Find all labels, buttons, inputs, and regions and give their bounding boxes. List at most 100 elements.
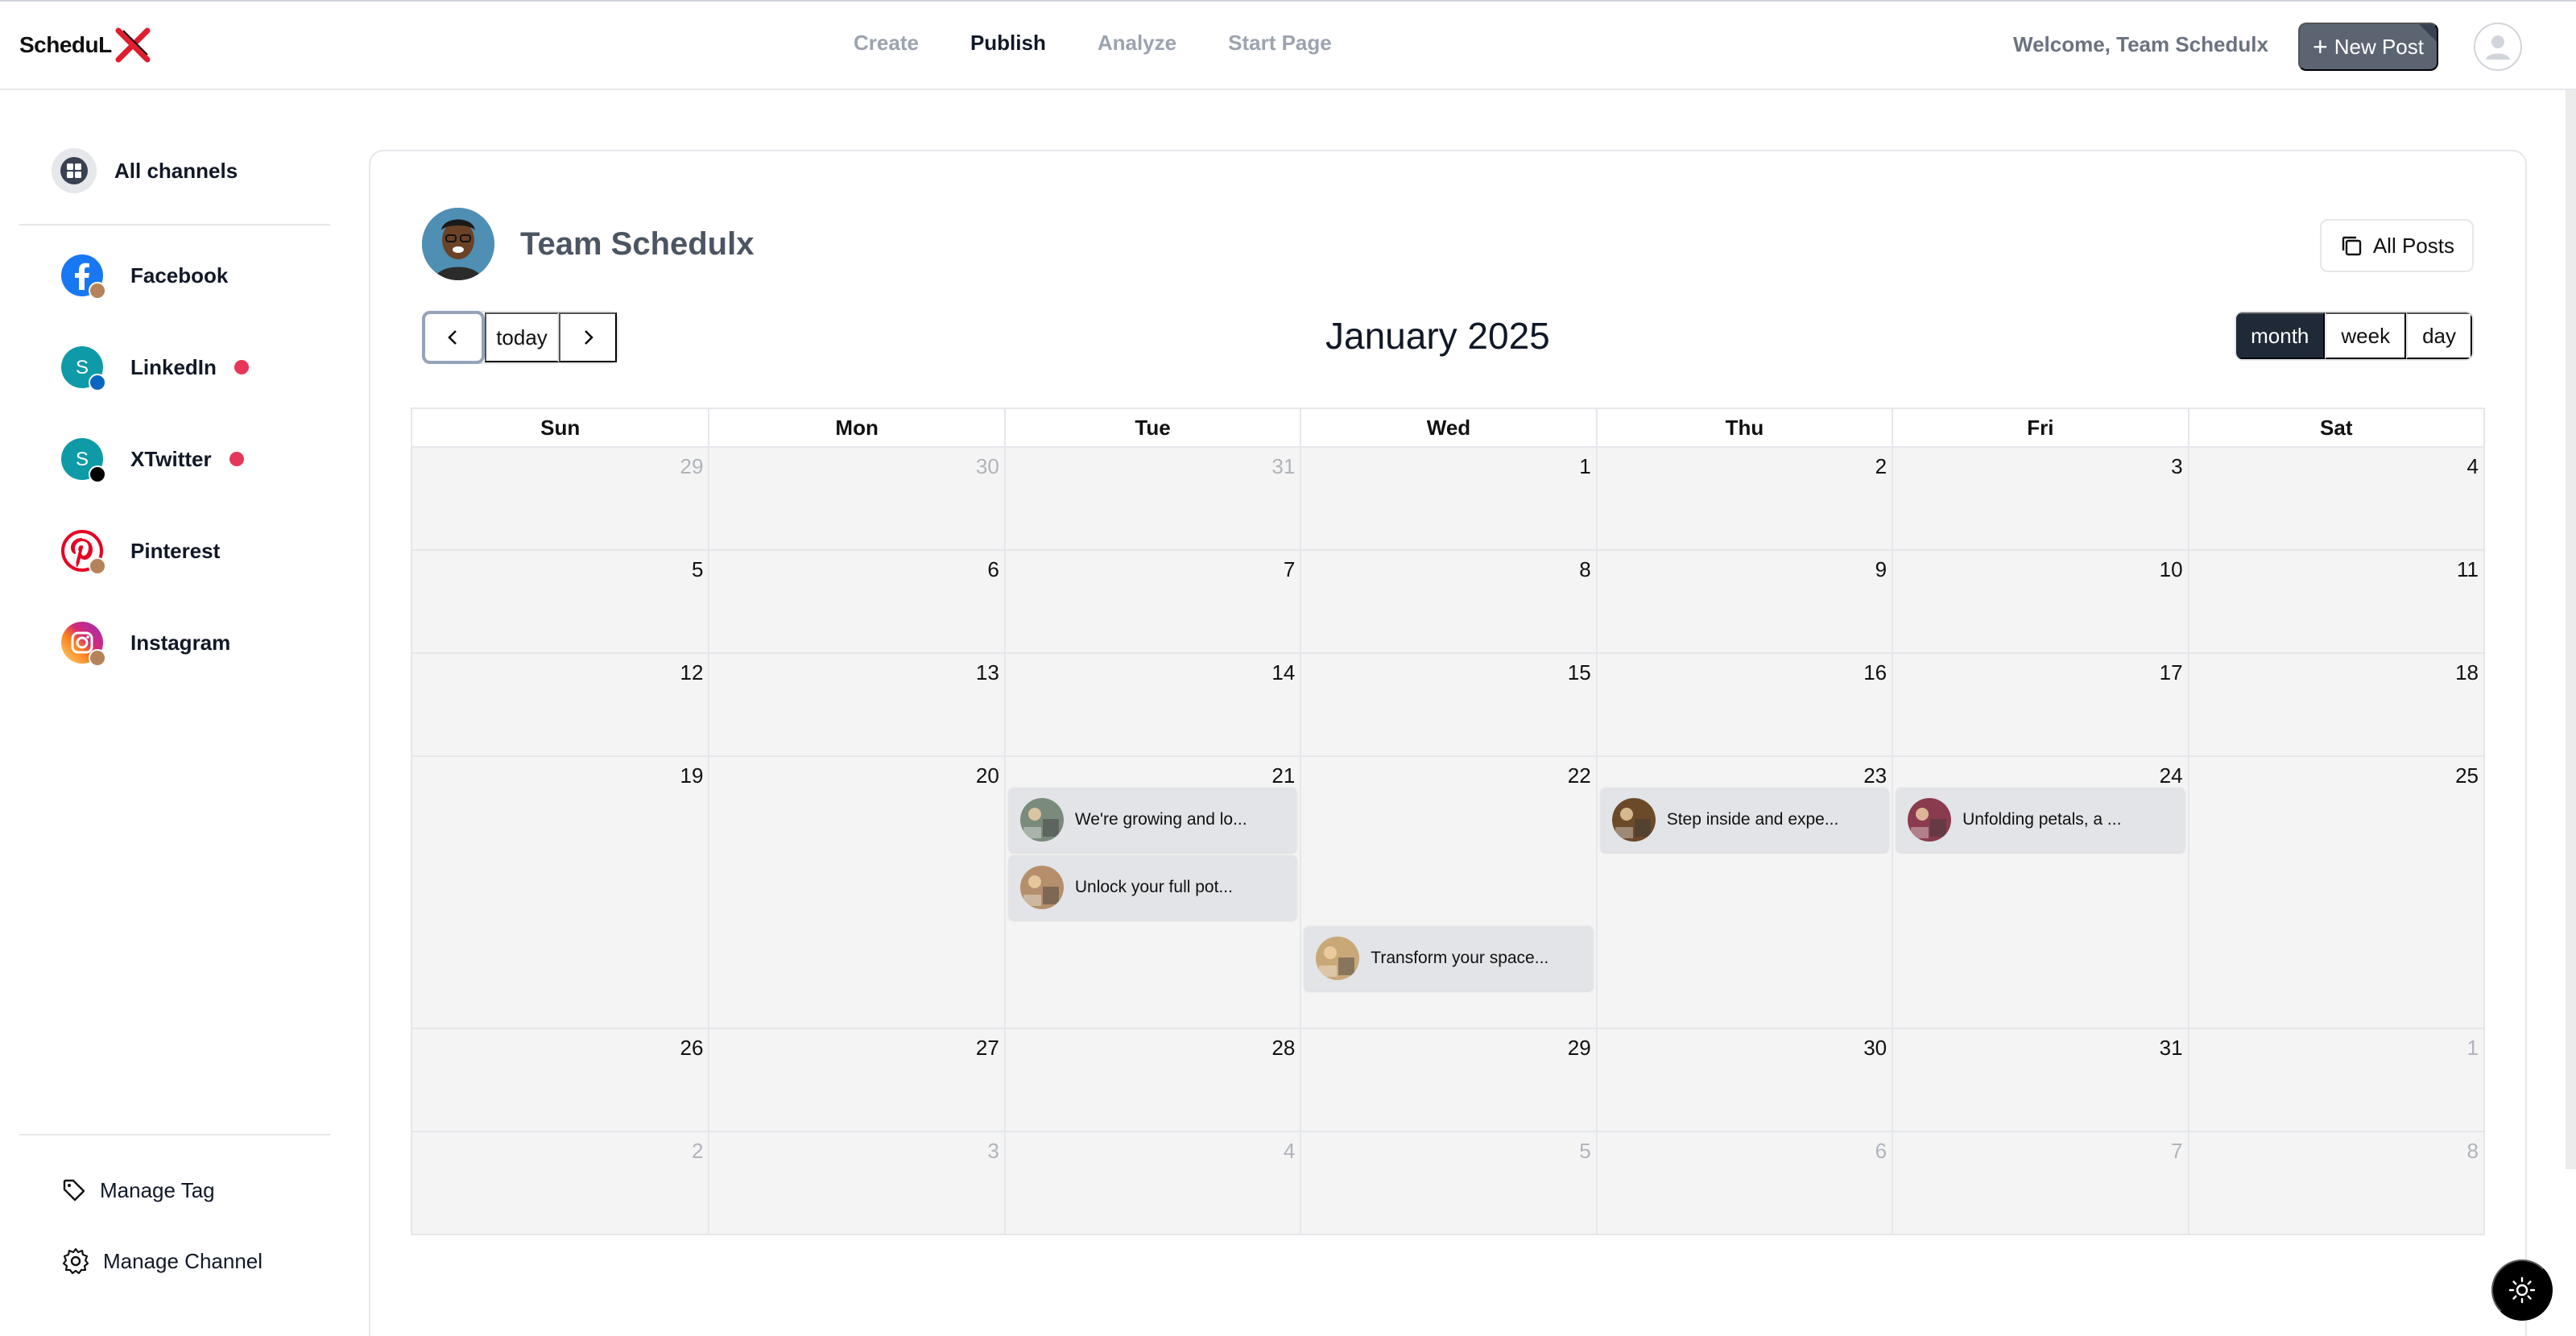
day-cell[interactable]: 13	[708, 654, 1004, 755]
day-number[interactable]: 18	[2455, 660, 2479, 685]
today-button[interactable]: today	[485, 312, 559, 362]
day-cell[interactable]: 17	[1892, 654, 2188, 755]
day-cell[interactable]: 16	[1595, 654, 1892, 755]
brand-logo[interactable]: ScheduL	[19, 27, 151, 63]
day-number[interactable]: 9	[1875, 557, 1887, 582]
channel-item-linkedin[interactable]: S LinkedIn	[61, 346, 249, 391]
day-number[interactable]: 29	[680, 454, 704, 479]
calendar-event[interactable]: Transform your space...	[1305, 926, 1593, 991]
day-cell[interactable]: 31	[1003, 448, 1300, 549]
day-number[interactable]: 16	[1863, 660, 1887, 685]
day-cell[interactable]: 21 We're growing and lo... Unlock your ful…	[1003, 757, 1300, 1028]
day-cell[interactable]: 8	[2187, 1132, 2483, 1234]
day-number[interactable]: 24	[2160, 763, 2183, 788]
view-month-button[interactable]: month	[2236, 312, 2326, 359]
channel-item-pinterest[interactable]: Pinterest	[61, 530, 220, 575]
day-cell[interactable]: 4	[2187, 448, 2483, 549]
nav-item-create[interactable]: Create	[854, 31, 919, 56]
day-number[interactable]: 8	[1579, 557, 1590, 582]
day-number[interactable]: 7	[2171, 1139, 2182, 1164]
day-cell[interactable]: 15	[1300, 654, 1596, 755]
day-number[interactable]: 19	[680, 763, 704, 788]
manage-channel-item[interactable]: Manage Channel	[61, 1247, 263, 1276]
day-cell[interactable]: 19	[412, 757, 709, 1028]
day-cell[interactable]: 5	[412, 551, 709, 652]
day-number[interactable]: 27	[976, 1036, 999, 1061]
day-number[interactable]: 31	[2160, 1036, 2183, 1061]
day-cell[interactable]: 1	[2187, 1029, 2483, 1131]
day-cell[interactable]: 30	[708, 448, 1004, 549]
day-number[interactable]: 25	[2455, 763, 2479, 788]
profile-avatar[interactable]	[422, 208, 494, 280]
day-number[interactable]: 29	[1568, 1036, 1591, 1061]
manage-tag-item[interactable]: Manage Tag	[61, 1177, 215, 1203]
day-number[interactable]: 12	[680, 660, 704, 685]
theme-toggle-button[interactable]	[2491, 1259, 2553, 1321]
day-number[interactable]: 13	[976, 660, 999, 685]
day-cell[interactable]: 2	[1595, 448, 1892, 549]
day-cell[interactable]: 6	[708, 551, 1004, 652]
day-cell[interactable]: 23 Step inside and expe...	[1595, 757, 1892, 1028]
page-scrollbar[interactable]	[2566, 90, 2576, 1169]
day-cell[interactable]: 4	[1003, 1132, 1300, 1234]
day-number[interactable]: 1	[2467, 1036, 2479, 1061]
day-cell[interactable]: 22 Transform your space...	[1300, 757, 1596, 1028]
day-cell[interactable]: 26	[412, 1029, 709, 1131]
day-number[interactable]: 5	[1579, 1139, 1590, 1164]
day-cell[interactable]: 25	[2187, 757, 2483, 1028]
day-number[interactable]: 7	[1284, 557, 1295, 582]
new-post-button[interactable]: + New Post	[2298, 23, 2438, 71]
day-number[interactable]: 10	[2160, 557, 2183, 582]
day-number[interactable]: 3	[2171, 454, 2182, 479]
day-number[interactable]: 6	[987, 557, 999, 582]
calendar-event[interactable]: Unlock your full pot...	[1008, 855, 1297, 920]
day-cell[interactable]: 2	[412, 1132, 709, 1234]
day-number[interactable]: 3	[987, 1139, 999, 1164]
day-cell[interactable]: 9	[1595, 551, 1892, 652]
channel-item-xtwitter[interactable]: S XTwitter	[61, 438, 244, 483]
day-cell[interactable]: 29	[1300, 1029, 1596, 1131]
day-number[interactable]: 22	[1568, 763, 1591, 788]
day-cell[interactable]: 10	[1892, 551, 2188, 652]
day-number[interactable]: 1	[1579, 454, 1590, 479]
prev-month-button[interactable]	[422, 311, 485, 364]
day-number[interactable]: 21	[1271, 763, 1295, 788]
day-number[interactable]: 11	[2457, 557, 2479, 582]
day-cell[interactable]: 6	[1595, 1132, 1892, 1234]
all-posts-button[interactable]: All Posts	[2319, 219, 2474, 272]
user-avatar[interactable]	[2474, 23, 2522, 71]
nav-item-analyze[interactable]: Analyze	[1098, 31, 1176, 56]
day-cell[interactable]: 28	[1003, 1029, 1300, 1131]
day-number[interactable]: 31	[1271, 454, 1295, 479]
channel-item-instagram[interactable]: Instagram	[61, 622, 230, 667]
day-number[interactable]: 30	[976, 454, 999, 479]
view-week-button[interactable]: week	[2325, 312, 2407, 359]
day-number[interactable]: 6	[1875, 1139, 1887, 1164]
day-cell[interactable]: 24 Unfolding petals, a ...	[1892, 757, 2188, 1028]
calendar-event[interactable]: Unfolding petals, a ...	[1896, 788, 2185, 852]
day-cell[interactable]: 7	[1003, 551, 1300, 652]
day-number[interactable]: 20	[976, 763, 999, 788]
day-number[interactable]: 26	[680, 1036, 704, 1061]
day-cell[interactable]: 29	[412, 448, 709, 549]
calendar-event[interactable]: Step inside and expe...	[1600, 788, 1889, 852]
day-cell[interactable]: 11	[2187, 551, 2483, 652]
day-number[interactable]: 17	[2160, 660, 2183, 685]
day-cell[interactable]: 5	[1300, 1132, 1596, 1234]
day-cell[interactable]: 3	[1892, 448, 2188, 549]
day-cell[interactable]: 1	[1300, 448, 1596, 549]
day-number[interactable]: 14	[1271, 660, 1295, 685]
nav-item-publish[interactable]: Publish	[970, 31, 1046, 56]
day-cell[interactable]: 14	[1003, 654, 1300, 755]
day-number[interactable]: 2	[1875, 454, 1887, 479]
day-number[interactable]: 4	[2467, 454, 2479, 479]
day-cell[interactable]: 12	[412, 654, 709, 755]
day-number[interactable]: 15	[1568, 660, 1591, 685]
day-number[interactable]: 4	[1284, 1139, 1295, 1164]
day-cell[interactable]: 20	[708, 757, 1004, 1028]
day-cell[interactable]: 31	[1892, 1029, 2188, 1131]
day-number[interactable]: 28	[1271, 1036, 1295, 1061]
day-cell[interactable]: 3	[708, 1132, 1004, 1234]
day-number[interactable]: 23	[1863, 763, 1887, 788]
day-cell[interactable]: 7	[1892, 1132, 2188, 1234]
